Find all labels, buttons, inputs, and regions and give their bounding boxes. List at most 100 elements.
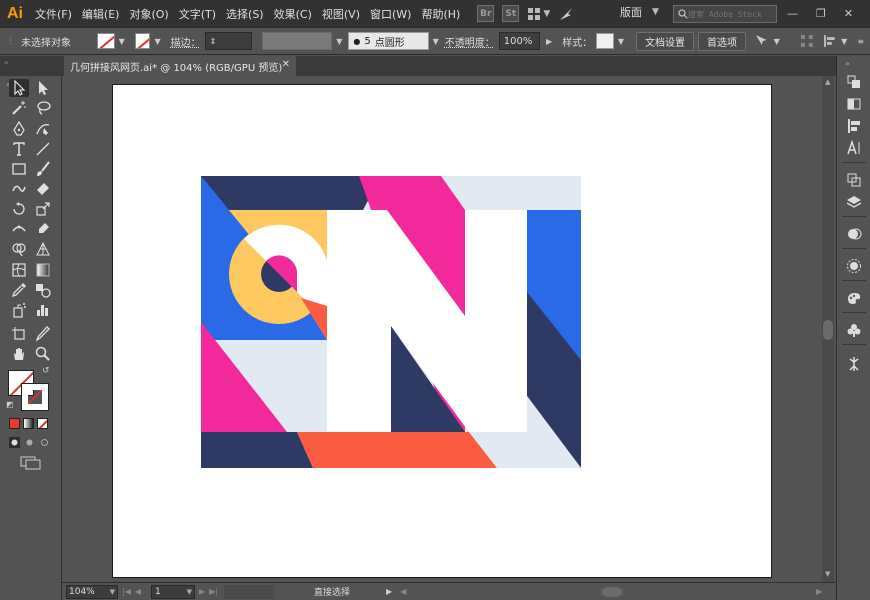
canvas-area[interactable] — [62, 76, 822, 582]
menu-object[interactable]: 对象(O) — [124, 6, 173, 22]
status-menu-icon[interactable]: ▶ — [386, 587, 392, 596]
puppet-panel-button[interactable] — [844, 354, 864, 374]
paintbrush-tool[interactable] — [33, 160, 53, 178]
hand-tool[interactable] — [9, 345, 29, 363]
menu-type[interactable]: 文字(T) — [174, 6, 221, 22]
draw-inside-icon[interactable] — [39, 437, 50, 448]
artboard-number-field[interactable]: 1 ▼ — [151, 584, 196, 599]
expand-panels-icon[interactable]: » — [845, 59, 850, 68]
restore-button[interactable]: ❐ — [816, 7, 826, 20]
chevron-down-icon[interactable]: ▼ — [433, 37, 439, 46]
screen-mode-icon[interactable] — [20, 456, 42, 470]
perspective-grid-tool[interactable] — [33, 240, 53, 258]
panel-menu-icon[interactable]: ≡ — [857, 37, 864, 46]
gpu-performance-icon[interactable] — [558, 6, 574, 22]
chevron-down-icon[interactable]: ▼ — [336, 37, 342, 46]
opacity-field[interactable]: 100% — [498, 32, 541, 50]
stroke-label[interactable]: 描边： — [171, 34, 201, 49]
puppet-warp-tool[interactable] — [33, 220, 53, 238]
arrange-documents-button[interactable]: ▼ — [527, 7, 550, 21]
brushes-panel-button[interactable] — [844, 288, 864, 308]
type-tool[interactable] — [9, 140, 29, 158]
appearance-panel-button[interactable] — [844, 224, 864, 244]
rectangle-tool[interactable] — [9, 160, 29, 178]
mesh-tool[interactable] — [9, 261, 29, 279]
collapse-icon[interactable]: « — [4, 58, 9, 67]
menu-view[interactable]: 视图(V) — [317, 6, 365, 22]
search-input[interactable] — [688, 9, 770, 19]
geometric-artwork[interactable] — [201, 176, 581, 468]
first-artboard-icon[interactable]: |◀ — [122, 587, 131, 596]
stroke-weight-field[interactable]: ⇕ — [204, 32, 252, 50]
workspace-switcher[interactable]: 版面 ▼ — [620, 4, 659, 20]
rotate-tool[interactable] — [9, 200, 29, 218]
menu-effect[interactable]: 效果(C) — [269, 6, 317, 22]
transform-panel-button[interactable] — [844, 170, 864, 190]
menu-edit[interactable]: 编辑(E) — [77, 6, 125, 22]
blend-tool[interactable] — [33, 281, 53, 299]
column-graph-tool[interactable] — [33, 301, 53, 319]
status-tool[interactable]: 直接选择 — [282, 585, 382, 598]
chevron-down-icon[interactable]: ▼ — [154, 37, 160, 46]
stroke-swatch[interactable] — [134, 33, 151, 49]
chevron-down-icon[interactable]: ▼ — [774, 37, 780, 46]
transform-reference-icon[interactable] — [800, 34, 814, 48]
eraser-tool[interactable] — [33, 180, 53, 198]
swap-icon[interactable]: ↺ — [42, 366, 50, 376]
menu-help[interactable]: 帮助(H) — [416, 6, 465, 22]
shape-builder-tool[interactable] — [9, 240, 29, 258]
stock-icon[interactable]: St — [502, 5, 520, 22]
opacity-label[interactable]: 不透明度： — [445, 34, 495, 49]
scale-tool[interactable] — [33, 200, 53, 218]
slice-tool[interactable] — [33, 325, 53, 343]
color-mode-icon[interactable] — [9, 418, 20, 429]
menu-file[interactable]: 文件(F) — [30, 6, 77, 22]
brush-definition[interactable]: ● 5 点圆形 — [348, 32, 429, 50]
scroll-thumb[interactable] — [823, 320, 833, 340]
magic-wand-tool[interactable] — [9, 99, 29, 117]
last-artboard-icon[interactable]: ▶| — [209, 587, 218, 596]
gradient-mode-icon[interactable] — [23, 418, 34, 429]
preferences-button[interactable]: 首选项 — [697, 31, 746, 51]
default-colors-icon[interactable]: ◩ — [6, 400, 14, 409]
chevron-down-icon[interactable]: ▼ — [841, 37, 847, 46]
zoom-tool[interactable] — [33, 345, 53, 363]
gradient-panel-button[interactable] — [844, 94, 864, 114]
symbols-panel-button[interactable] — [844, 320, 864, 340]
layers-panel-button[interactable] — [844, 192, 864, 212]
scroll-right-icon[interactable]: ▶ — [816, 587, 822, 596]
scroll-up-icon[interactable]: ▲ — [825, 78, 830, 86]
stock-search[interactable] — [673, 5, 777, 23]
chevron-down-icon[interactable]: ▼ — [119, 37, 125, 46]
prev-artboard-icon[interactable]: ◀ — [135, 587, 141, 596]
align-panel-button[interactable] — [844, 116, 864, 136]
scroll-left-icon[interactable]: ◀ — [400, 587, 406, 596]
menu-window[interactable]: 窗口(W) — [365, 6, 416, 22]
bridge-icon[interactable]: Br — [477, 5, 495, 22]
properties-panel-button[interactable] — [844, 72, 864, 92]
pen-tool[interactable] — [9, 120, 29, 138]
document-setup-button[interactable]: 文档设置 — [635, 31, 694, 51]
minimize-button[interactable]: — — [787, 7, 798, 20]
direct-selection-tool[interactable] — [33, 79, 53, 97]
vertical-scrollbar[interactable]: ▲ ▼ — [822, 76, 834, 582]
menu-select[interactable]: 选择(S) — [221, 6, 269, 22]
graphic-style-swatch[interactable] — [596, 33, 614, 49]
none-mode-icon[interactable] — [37, 418, 48, 429]
chevron-down-icon[interactable]: ▼ — [618, 37, 624, 46]
horizontal-scroll-thumb[interactable] — [602, 587, 622, 597]
color-panel-button[interactable] — [844, 256, 864, 276]
document-tab[interactable]: 几何拼接风网页.ai* @ 104% (RGB/GPU 预览) ✕ — [64, 56, 296, 76]
artboard-tool[interactable] — [9, 325, 29, 343]
selection-tool[interactable] — [9, 79, 29, 97]
stroke-color-box[interactable] — [21, 383, 49, 411]
symbol-sprayer-tool[interactable] — [9, 301, 29, 319]
character-panel-button[interactable] — [844, 138, 864, 158]
line-tool[interactable] — [33, 140, 53, 158]
select-similar-icon[interactable] — [754, 33, 770, 49]
width-tool[interactable] — [9, 220, 29, 238]
lasso-tool[interactable] — [33, 99, 53, 117]
scroll-down-icon[interactable]: ▼ — [825, 570, 830, 578]
align-icon[interactable] — [823, 34, 837, 48]
eyedropper-tool[interactable] — [9, 281, 29, 299]
